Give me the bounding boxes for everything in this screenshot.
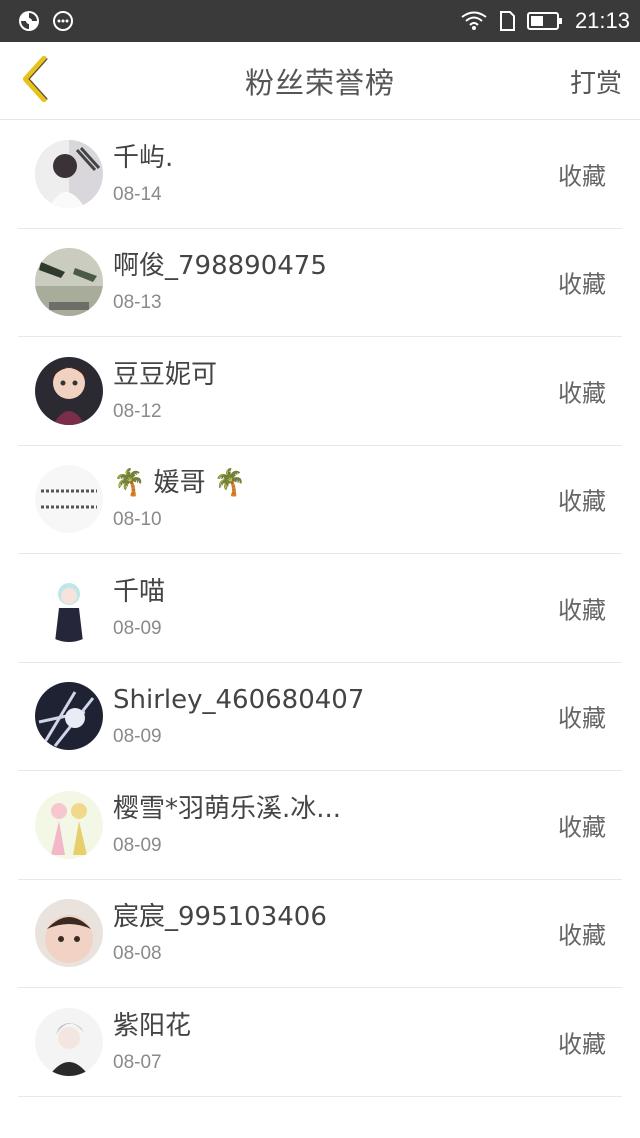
fan-date: 08-10: [113, 509, 162, 531]
list-item[interactable]: 樱雪*羽萌乐溪.冰... 08-09 收藏: [18, 771, 622, 880]
list-item[interactable]: 千屿. 08-14 收藏: [18, 120, 622, 229]
fan-name: 樱雪*羽萌乐溪.冰...: [113, 793, 342, 824]
fan-name: 🌴 媛哥 🌴: [113, 468, 247, 499]
status-right: 21:13: [461, 8, 630, 34]
collect-button[interactable]: 收藏: [558, 807, 606, 842]
list-item[interactable]: 宸宸_995103406 08-08 收藏: [18, 880, 622, 988]
item-text: 🌴 媛哥 🌴 08-10: [113, 467, 246, 531]
collect-button[interactable]: 收藏: [558, 699, 606, 734]
avatar[interactable]: [35, 465, 103, 534]
status-bar: 21:13: [0, 0, 640, 42]
list-item[interactable]: 🌴 媛哥 🌴 08-10 收藏: [18, 446, 622, 554]
sim-icon: [499, 11, 515, 31]
fan-date: 08-09: [113, 617, 162, 639]
fan-date: 08-09: [113, 834, 162, 856]
chevron-left-icon: [18, 55, 52, 107]
avatar[interactable]: [35, 356, 103, 425]
wifi-icon: [461, 11, 487, 31]
item-text: 千屿. 08-14: [113, 142, 173, 206]
avatar[interactable]: [35, 1007, 103, 1076]
reward-button[interactable]: 打赏: [570, 42, 622, 120]
fan-name: 啊俊_798890475: [113, 251, 327, 282]
item-text: 宸宸_995103406 08-08: [113, 901, 327, 965]
item-text: 紫阳花 08-07: [113, 1010, 191, 1074]
chat-bubble-icon: [52, 10, 74, 32]
avatar[interactable]: [35, 573, 103, 642]
item-text: 豆豆妮可 08-12: [113, 359, 217, 423]
avatar[interactable]: [35, 139, 103, 208]
fan-name: 宸宸_995103406: [113, 902, 327, 933]
list-item[interactable]: Shirley_460680407 08-09 收藏: [18, 663, 622, 771]
collect-button[interactable]: 收藏: [558, 265, 606, 300]
avatar[interactable]: [35, 899, 103, 968]
avatar[interactable]: [35, 790, 103, 859]
avatar[interactable]: [35, 248, 103, 317]
status-time: 21:13: [574, 8, 630, 33]
fan-date: 08-09: [113, 726, 162, 748]
page-title: 粉丝荣誉榜: [244, 65, 395, 100]
status-left: [18, 10, 74, 32]
collect-button[interactable]: 收藏: [558, 373, 606, 408]
fan-list: 千屿. 08-14 收藏 啊俊_798890475 08-13 收藏 豆豆妮可 …: [0, 120, 640, 1097]
fan-date: 08-08: [113, 943, 162, 965]
app-header: 粉丝荣誉榜 打赏: [0, 42, 640, 120]
list-item[interactable]: 豆豆妮可 08-12 收藏: [18, 337, 622, 446]
collect-button[interactable]: 收藏: [558, 590, 606, 625]
fan-name: 千喵: [113, 576, 166, 607]
list-item[interactable]: 啊俊_798890475 08-13 收藏: [18, 229, 622, 337]
fan-name: 千屿.: [113, 142, 174, 173]
collect-button[interactable]: 收藏: [558, 1024, 606, 1059]
collect-button[interactable]: 收藏: [558, 156, 606, 191]
item-text: 千喵 08-09: [113, 576, 165, 640]
collect-button[interactable]: 收藏: [558, 482, 606, 517]
list-item[interactable]: 千喵 08-09 收藏: [18, 554, 622, 663]
fan-date: 08-13: [113, 292, 162, 314]
item-text: Shirley_460680407 08-09: [113, 684, 364, 748]
avatar[interactable]: [35, 682, 103, 751]
fan-name: 紫阳花: [113, 1010, 192, 1041]
back-button[interactable]: [10, 42, 60, 120]
fan-name: 豆豆妮可: [113, 359, 218, 390]
sync-icon: [18, 10, 40, 32]
fan-date: 08-12: [113, 400, 162, 422]
fan-date: 08-14: [113, 183, 162, 205]
list-item[interactable]: 紫阳花 08-07 收藏: [18, 988, 622, 1097]
fan-date: 08-07: [113, 1051, 162, 1073]
collect-button[interactable]: 收藏: [558, 916, 606, 951]
battery-icon: [526, 11, 563, 31]
fan-name: Shirley_460680407: [113, 685, 365, 716]
item-text: 樱雪*羽萌乐溪.冰... 08-09: [113, 793, 341, 857]
item-text: 啊俊_798890475 08-13: [113, 250, 327, 314]
